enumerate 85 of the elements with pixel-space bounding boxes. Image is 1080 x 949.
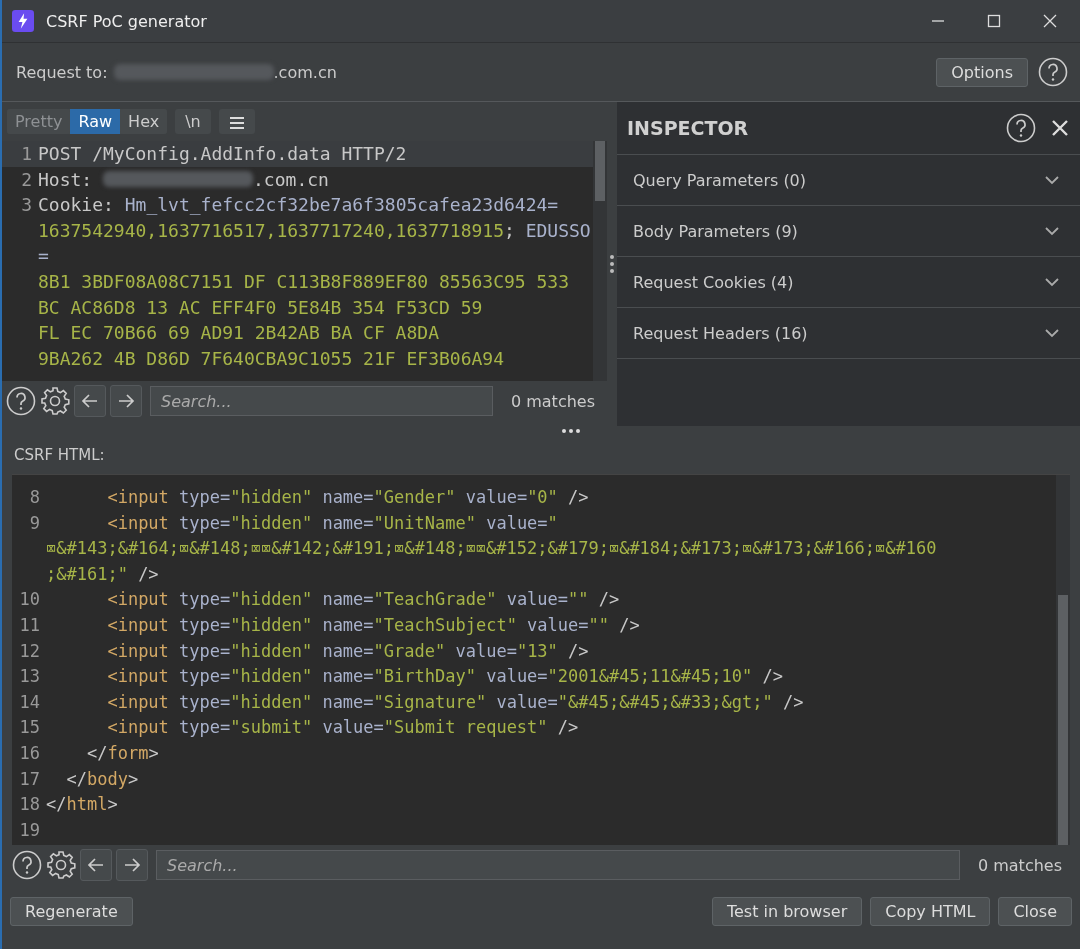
code-line: <input type="submit" value="Submit request" /> [106, 716, 579, 740]
csrf-html-label: CSRF HTML: [13, 445, 106, 466]
inspector-section[interactable]: Body Parameters (9) [617, 206, 1080, 257]
close-icon[interactable] [1042, 13, 1058, 29]
request-to-label: Request to: [16, 62, 108, 82]
code-text: .com.cn [253, 167, 329, 192]
line-number: 18 [18, 793, 41, 817]
help-icon[interactable] [12, 850, 42, 880]
line-number: 10 [18, 588, 41, 612]
settings-icon[interactable] [40, 386, 70, 416]
code-line: </form> [85, 741, 159, 765]
menu-button[interactable] [218, 109, 255, 134]
match-count: 0 matches [509, 391, 596, 411]
line-number: 12 [18, 639, 41, 663]
match-count: 0 matches [976, 855, 1063, 875]
scrollbar[interactable] [593, 141, 607, 381]
code-text: FL EC 70B66 69 AD91 2B42AB BA CF A8DA [38, 321, 439, 346]
section-label: Request Headers (16) [633, 323, 808, 343]
code-line: <input type="hidden" name="TeachSubject" value="" /> [106, 613, 640, 637]
code-text: Cookie: [38, 193, 115, 218]
line-number: 15 [18, 716, 41, 740]
menu-icon [228, 115, 245, 130]
code-text: Host: [38, 167, 94, 192]
window-title: CSRF PoC generator [46, 11, 207, 31]
previous-button[interactable] [80, 849, 112, 881]
code-line: ⌧&#143;&#164;⌧&#148;⌧⌧&#142;&#191;⌧&#148;⌧⌧&#152;&#179;⌧&#184;&#173;⌧&#173;&#166;⌧&#160 [46, 537, 937, 561]
code-line: ;&#161;" /> [46, 562, 159, 586]
code-text: POST /MyConfig.AddInfo.data HTTP/2 [38, 142, 407, 166]
code-text: ; [504, 218, 516, 243]
drag-handle-icon[interactable] [609, 254, 615, 274]
inspector-section[interactable]: Query Parameters (0) [617, 155, 1080, 206]
previous-button[interactable] [74, 385, 106, 417]
code-line: <input type="hidden" name="TeachGrade" value="" /> [106, 588, 620, 612]
inspector-title: INSPECTOR [627, 117, 750, 139]
regenerate-button[interactable]: Regenerate [10, 897, 133, 926]
line-number: 9 [28, 511, 41, 535]
search-field[interactable]: Search... [150, 386, 493, 416]
code-text: = [38, 244, 49, 269]
close-icon[interactable] [1050, 118, 1070, 138]
footer-button[interactable]: Copy HTML [870, 897, 991, 926]
code-text: 8B1 3BDF08A08C7151 DF C113B8F889EF80 85563C95 533 [38, 269, 569, 294]
scrollbar[interactable] [1056, 475, 1070, 845]
section-label: Request Cookies (4) [633, 272, 794, 292]
next-button[interactable] [116, 849, 148, 881]
line-number: 16 [18, 741, 41, 765]
line-number: 1 [20, 142, 33, 166]
code-line: <input type="hidden" name="Gender" value="0" /> [106, 486, 589, 509]
line-number: 14 [18, 690, 41, 714]
code-line: <input type="hidden" name="BirthDay" value="2001&#45;11&#45;10" /> [106, 665, 783, 689]
inspector-section[interactable]: Request Headers (16) [617, 308, 1080, 359]
code-text: BC AC86D8 13 AC EFF4F0 5E84B 354 F53CD 59 [38, 295, 483, 320]
code-line: <input type="hidden" name="Signature" value="&#45;&#45;&#33;&gt;" /> [106, 690, 804, 714]
code-line: </body> [65, 767, 139, 791]
search-field[interactable]: Search... [156, 850, 960, 880]
host-text: .com.cn [273, 62, 337, 82]
drag-handle-icon[interactable] [561, 428, 581, 434]
newline-button[interactable]: \n [175, 109, 211, 134]
code-line: </html> [46, 793, 118, 817]
code-line: <input type="hidden" name="UnitName" value=" [106, 511, 558, 535]
line-number: 17 [18, 767, 41, 791]
section-label: Query Parameters (0) [633, 170, 807, 190]
footer-button[interactable]: Test in browser [711, 897, 863, 926]
code-text: 9BA262 4B D86D 7F640CBA9C1055 21F EF3B06A94 [38, 346, 504, 371]
line-number: 11 [18, 613, 41, 637]
line-number: 3 [20, 193, 33, 218]
inspector-section[interactable]: Request Cookies (4) [617, 257, 1080, 308]
help-icon[interactable] [1006, 113, 1036, 143]
code-line: <input type="hidden" name="Grade" value="13" /> [106, 639, 589, 663]
help-icon[interactable] [6, 386, 36, 416]
app-icon [12, 10, 34, 32]
code-text: Hm_lvt_fefcc2cf32be7a6f3805cafea23d6424= [124, 193, 559, 218]
code-text: 1637542940,1637716517,1637717240,1637718915 [38, 218, 504, 243]
section-label: Body Parameters (9) [633, 221, 798, 241]
next-button[interactable] [110, 385, 142, 417]
line-number: 2 [20, 167, 33, 192]
help-icon[interactable] [1038, 57, 1068, 87]
options-button[interactable]: Options [936, 57, 1028, 87]
maximize-icon[interactable] [986, 13, 1002, 29]
line-number: 13 [18, 665, 41, 689]
settings-icon[interactable] [46, 850, 76, 880]
line-number: 19 [18, 818, 41, 842]
code-text: EDUSSO [525, 218, 591, 243]
editor-tab[interactable]: Raw [70, 109, 121, 134]
footer-button[interactable]: Close [998, 897, 1072, 926]
line-number: 8 [28, 486, 41, 509]
